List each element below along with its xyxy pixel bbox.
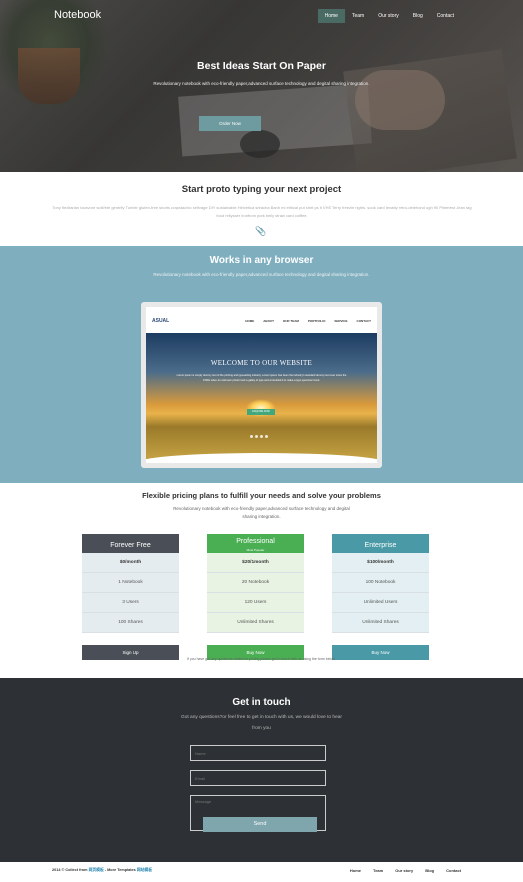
hero-title: Best Ideas Start On Paper <box>197 60 326 72</box>
plan-feature: Unlimited Users <box>332 593 429 613</box>
plan-professional: Professional Most Popular $20/1month 20 … <box>207 534 304 660</box>
proto-text: Tony flexitarian locavore wolf/ete gentr… <box>52 205 472 218</box>
paperclip-icon: 📎 <box>255 226 267 236</box>
contact-title: Get in touch <box>232 697 291 708</box>
copyright-text: 2014 © Collect from <box>52 868 88 872</box>
plan-feature: 100 Notebook <box>332 573 429 593</box>
brand-logo[interactable]: Notebook <box>54 9 101 21</box>
plan-forever-free: Forever Free $0/month 1 Notebook 3 Users… <box>82 534 179 660</box>
browser-mockup: ASUAL HOME ABOUT OUR TEAM PORTFOLIO SERV… <box>141 302 382 468</box>
plan-header: Enterprise <box>332 534 429 553</box>
email-input[interactable] <box>190 770 326 786</box>
plan-body: $100/month 100 Notebook Unlimited Users … <box>332 553 429 633</box>
footer-nav-our-story[interactable]: Our story <box>395 868 413 873</box>
mock-menu: HOME ABOUT OUR TEAM PORTFOLIO SERVICE CO… <box>245 319 371 323</box>
works-subtitle: Revolutionary notebook with eco-friendly… <box>153 272 370 277</box>
mock-menu-contact: CONTACT <box>356 319 371 323</box>
plan-header: Forever Free <box>82 534 179 553</box>
main-nav: Home Team Our story Blog Contact <box>317 9 461 23</box>
browser-screen: ASUAL HOME ABOUT OUR TEAM PORTFOLIO SERV… <box>146 307 377 463</box>
nav-contact[interactable]: Contact <box>430 9 461 23</box>
works-section: Works in any browser Revolutionary noteb… <box>0 246 523 483</box>
mock-hero-image: WELCOME TO OUR WEBSITE Lorem ipsum is si… <box>146 333 377 463</box>
nav-home[interactable]: Home <box>317 9 345 23</box>
plan-body: $20/1month 20 Notebook 120 Users Unlimit… <box>207 553 304 633</box>
more-templates-link[interactable]: 网站模板 <box>137 868 152 872</box>
plan-feature: 1 Notebook <box>82 573 179 593</box>
mock-slider-dots <box>250 435 268 438</box>
plan-feature: 120 Users <box>207 593 304 613</box>
plan-feature: Unlimited Shares <box>332 613 429 633</box>
plan-feature: 3 Users <box>82 593 179 613</box>
plan-price: $20/1month <box>207 553 304 573</box>
plan-name: Enterprise <box>364 542 397 549</box>
pricing-title: Flexible pricing plans to fulfill your n… <box>142 491 381 500</box>
contact-section: Get in touch Got any questions?or feel f… <box>0 678 523 862</box>
hero-section: Notebook Home Team Our story Blog Contac… <box>0 0 523 172</box>
more-templates-text: - More Templates <box>104 868 136 872</box>
footer-nav-team[interactable]: Team <box>373 868 383 873</box>
plan-feature: Unlimited Shares <box>207 613 304 633</box>
mock-menu-team: OUR TEAM <box>282 319 299 323</box>
pricing-note: If you have got any questions related to… <box>187 657 335 661</box>
buy-now-button[interactable]: Buy Now <box>332 645 429 660</box>
copyright-link[interactable]: 网页模板 <box>89 868 104 872</box>
hero-subtitle: Revolutionary notebook with eco-friendly… <box>153 81 370 86</box>
mock-menu-about: ABOUT <box>263 319 274 323</box>
footer-nav-blog[interactable]: Blog <box>425 868 434 873</box>
footer-nav: Home Team Our story Blog Contact <box>350 868 461 873</box>
works-title: Works in any browser <box>209 255 314 266</box>
proto-title: Start proto typing your next project <box>181 184 342 195</box>
mock-enquire-button: ENQUIRE NOW <box>247 409 275 415</box>
footer-nav-home[interactable]: Home <box>350 868 361 873</box>
mock-hero-title: WELCOME TO OUR WEBSITE <box>210 359 313 367</box>
pricing-subtitle: Revolutionary notebook with eco-friendly… <box>173 506 350 519</box>
plan-feature: 20 Notebook <box>207 573 304 593</box>
plan-body: $0/month 1 Notebook 3 Users 100 Shares <box>82 553 179 633</box>
plan-price: $0/month <box>82 553 179 573</box>
order-now-button[interactable]: Order Now <box>199 116 261 131</box>
mock-menu-portfolio: PORTFOLIO <box>307 319 326 323</box>
name-input[interactable] <box>190 745 326 761</box>
plan-feature: 100 Shares <box>82 613 179 633</box>
plan-price: $100/month <box>332 553 429 573</box>
nav-our-story[interactable]: Our story <box>371 9 406 23</box>
plan-header: Professional Most Popular <box>207 534 304 553</box>
mock-logo: ASUAL <box>152 318 170 324</box>
send-button[interactable]: Send <box>203 817 317 832</box>
nav-team[interactable]: Team <box>345 9 371 23</box>
footer-nav-contact[interactable]: Contact <box>446 868 461 873</box>
contact-subtitle: Got any questions?or feel free to get in… <box>180 715 343 731</box>
nav-blog[interactable]: Blog <box>406 9 430 23</box>
footer: 2014 © Collect from 网页模板 - More Template… <box>0 862 523 882</box>
mock-menu-home: HOME <box>245 319 255 323</box>
sign-up-button[interactable]: Sign Up <box>82 645 179 660</box>
plan-name: Forever Free <box>110 542 151 549</box>
mock-menu-service: SERVICE <box>334 319 348 323</box>
copyright: 2014 © Collect from 网页模板 - More Template… <box>52 868 152 873</box>
plan-enterprise: Enterprise $100/month 100 Notebook Unlim… <box>332 534 429 660</box>
most-popular-label: Most Popular <box>246 548 265 552</box>
plan-name: Professional <box>236 538 275 545</box>
mock-hero-text: Lorem ipsum is simply dummy text of the … <box>176 374 347 382</box>
mock-curve <box>146 453 377 463</box>
mock-nav: ASUAL HOME ABOUT OUR TEAM PORTFOLIO SERV… <box>146 307 377 333</box>
